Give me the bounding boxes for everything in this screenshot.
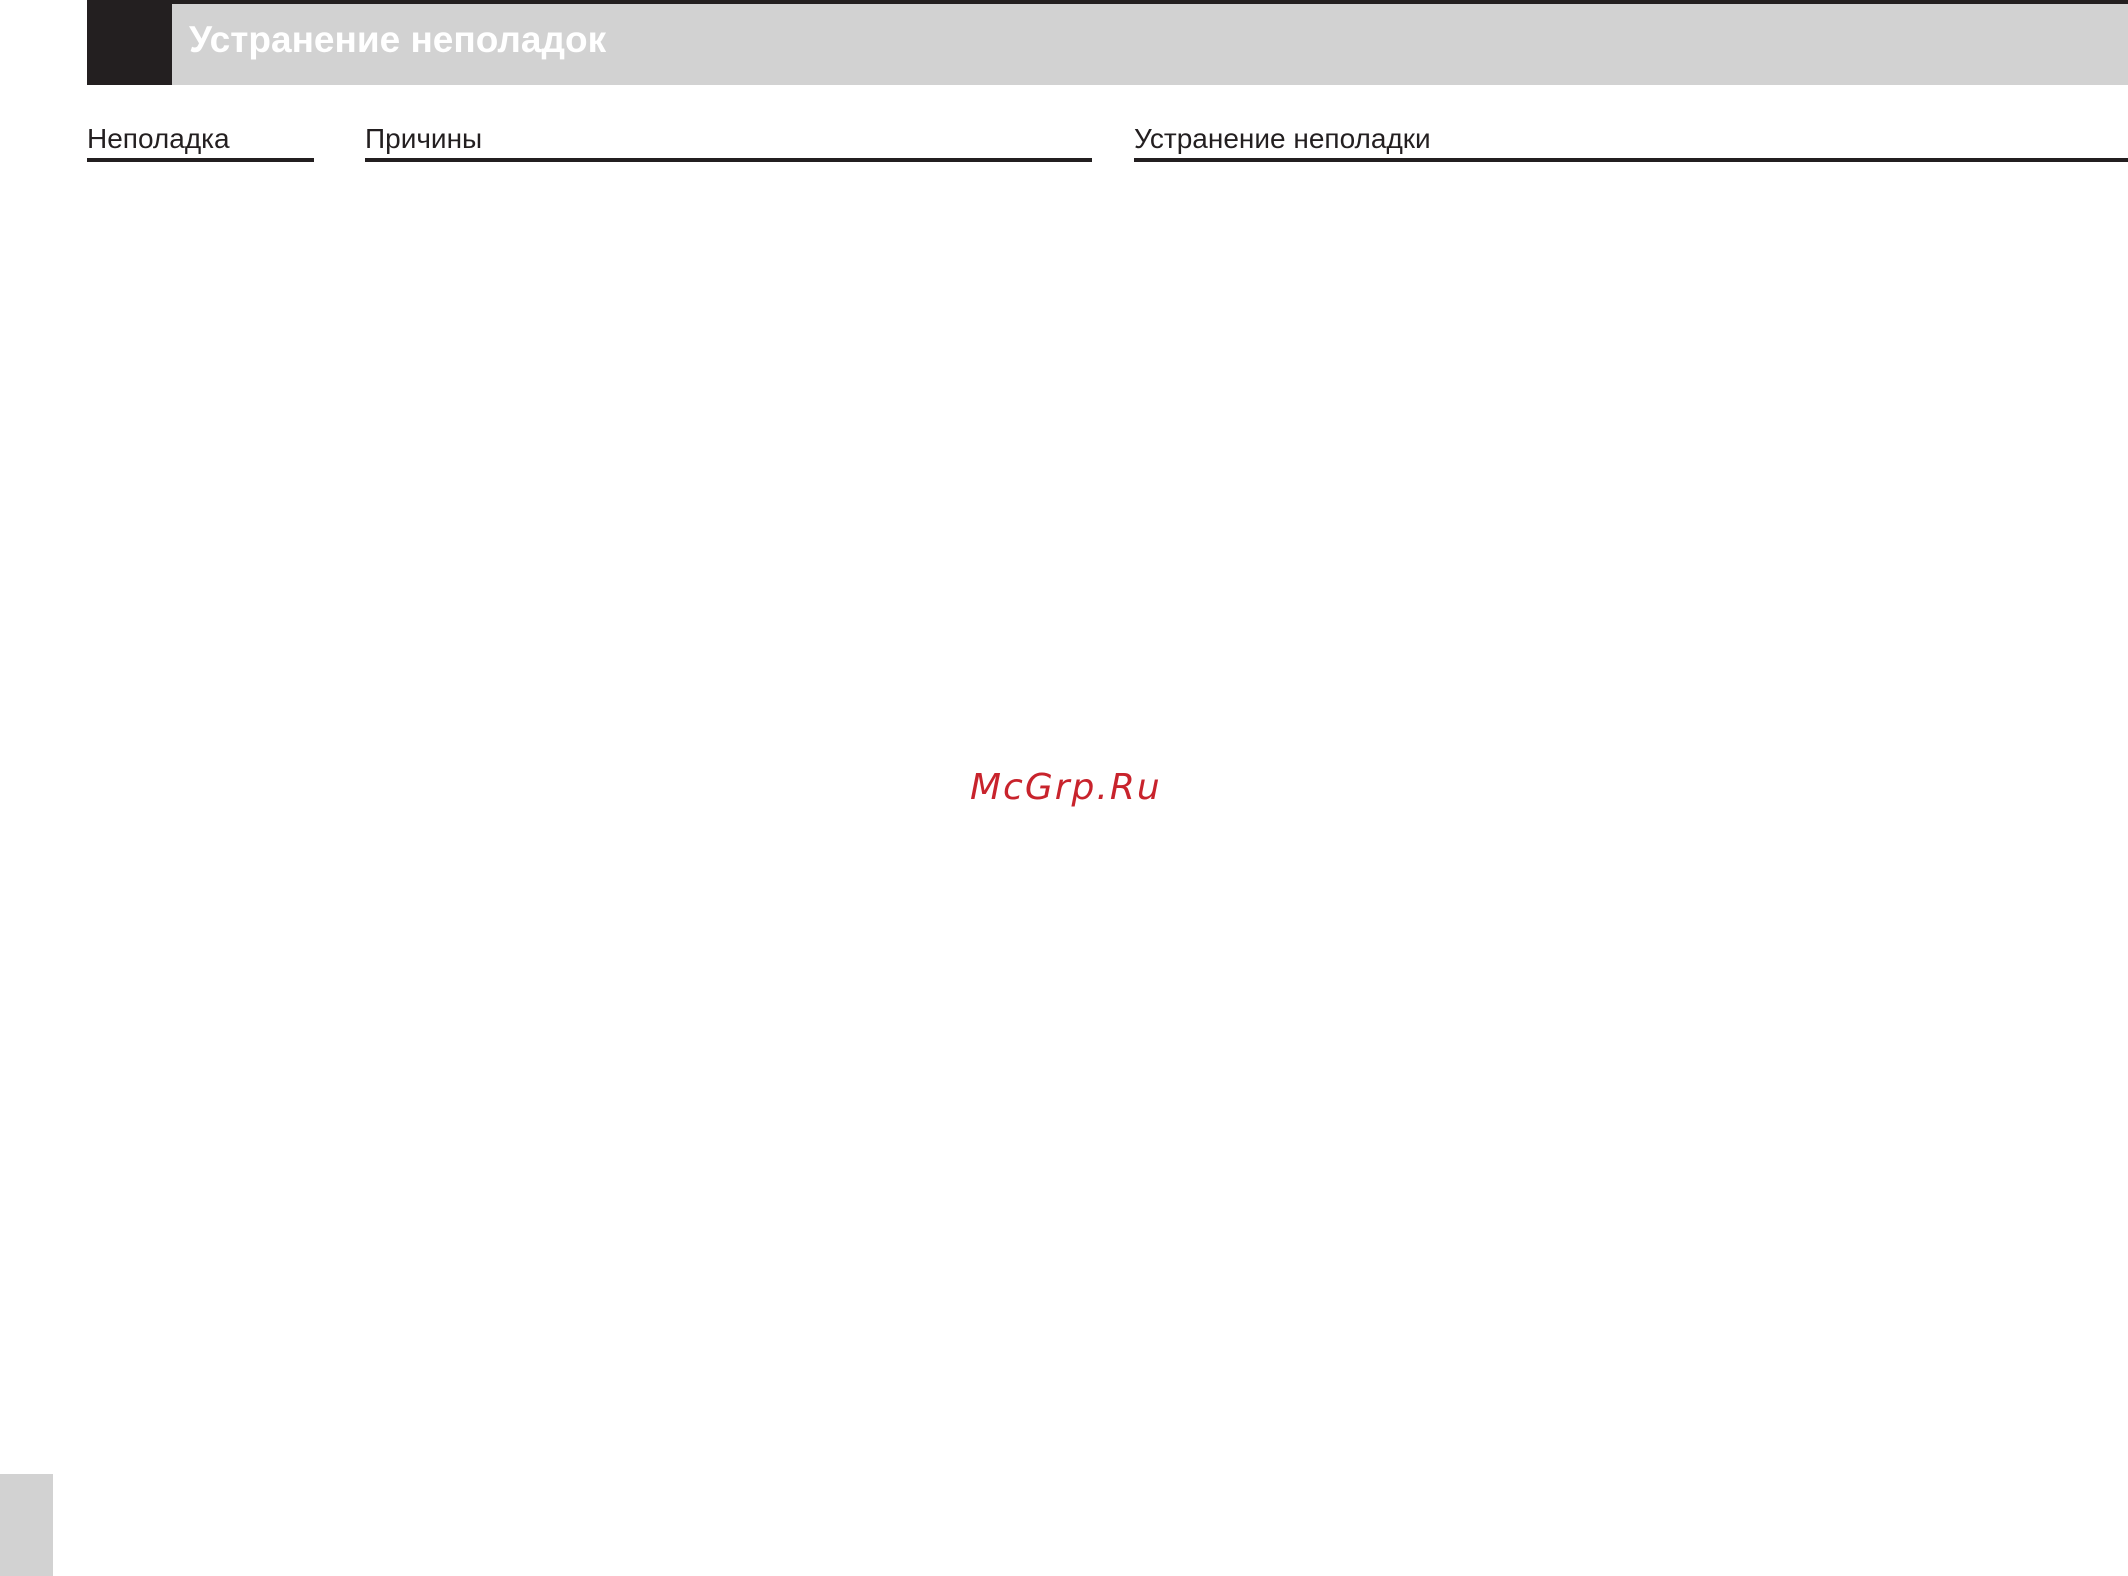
column-rule-causes [365, 158, 1092, 162]
column-header-causes: Причины [365, 123, 483, 154]
header-dark-block [87, 0, 172, 85]
page-title: Устранение неполадок [189, 19, 607, 60]
column-header-problem: Неполадка [87, 123, 230, 154]
column-header-solution: Устранение неполадки [1134, 123, 1431, 154]
column-rule-solution [1134, 158, 2128, 162]
watermark: McGrp.Ru [970, 767, 1162, 808]
column-rule-problem [87, 158, 314, 162]
page-edge-tab [0, 1474, 53, 1576]
